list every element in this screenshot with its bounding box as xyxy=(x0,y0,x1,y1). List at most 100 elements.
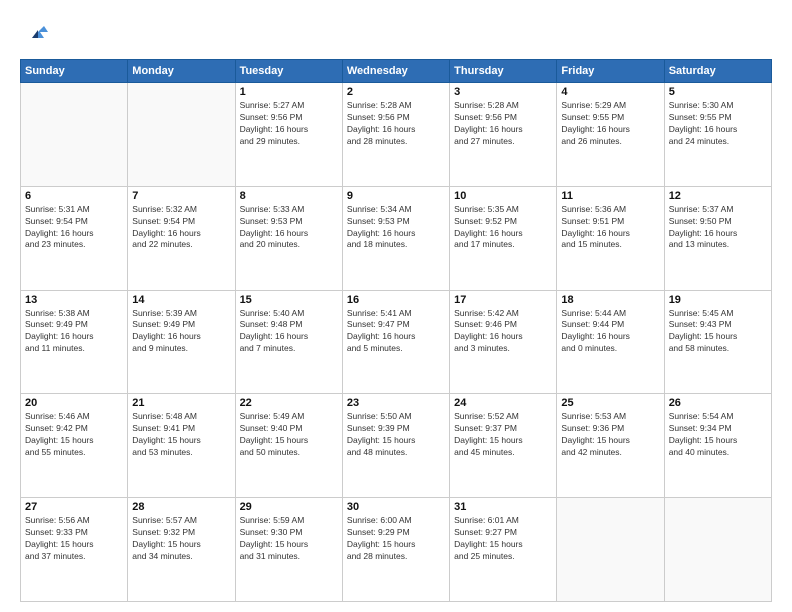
cell-day-number: 13 xyxy=(25,294,123,306)
cell-day-number: 23 xyxy=(347,397,445,409)
calendar-cell: 8 Sunrise: 5:33 AM Sunset: 9:53 PM Daylig… xyxy=(235,186,342,290)
weekday-header-monday: Monday xyxy=(128,60,235,83)
cell-info-text: Sunrise: 5:30 AM Sunset: 9:55 PM Dayligh… xyxy=(669,100,767,148)
cell-info-text: Sunrise: 5:35 AM Sunset: 9:52 PM Dayligh… xyxy=(454,204,552,252)
page: SundayMondayTuesdayWednesdayThursdayFrid… xyxy=(0,0,792,612)
cell-info-text: Sunrise: 6:00 AM Sunset: 9:29 PM Dayligh… xyxy=(347,515,445,563)
cell-day-number: 25 xyxy=(561,397,659,409)
calendar-cell: 28 Sunrise: 5:57 AM Sunset: 9:32 PM Dayli… xyxy=(128,498,235,602)
cell-day-number: 14 xyxy=(132,294,230,306)
cell-info-text: Sunrise: 5:40 AM Sunset: 9:48 PM Dayligh… xyxy=(240,308,338,356)
logo xyxy=(20,18,52,51)
calendar-cell: 10 Sunrise: 5:35 AM Sunset: 9:52 PM Dayli… xyxy=(450,186,557,290)
cell-info-text: Sunrise: 5:37 AM Sunset: 9:50 PM Dayligh… xyxy=(669,204,767,252)
cell-info-text: Sunrise: 5:38 AM Sunset: 9:49 PM Dayligh… xyxy=(25,308,123,356)
calendar-cell: 24 Sunrise: 5:52 AM Sunset: 9:37 PM Dayli… xyxy=(450,394,557,498)
cell-info-text: Sunrise: 5:34 AM Sunset: 9:53 PM Dayligh… xyxy=(347,204,445,252)
calendar-cell: 31Sunrise: 6:01 AM Sunset: 9:27 PM Dayli… xyxy=(450,498,557,602)
cell-info-text: Sunrise: 5:54 AM Sunset: 9:34 PM Dayligh… xyxy=(669,411,767,459)
cell-day-number: 9 xyxy=(347,190,445,202)
cell-day-number: 11 xyxy=(561,190,659,202)
cell-day-number: 8 xyxy=(240,190,338,202)
weekday-header-saturday: Saturday xyxy=(664,60,771,83)
calendar-cell: 22 Sunrise: 5:49 AM Sunset: 9:40 PM Dayli… xyxy=(235,394,342,498)
cell-info-text: Sunrise: 5:29 AM Sunset: 9:55 PM Dayligh… xyxy=(561,100,659,148)
calendar-cell: 1 Sunrise: 5:27 AM Sunset: 9:56 PM Daylig… xyxy=(235,83,342,187)
calendar-cell: 15 Sunrise: 5:40 AM Sunset: 9:48 PM Dayli… xyxy=(235,290,342,394)
cell-day-number: 22 xyxy=(240,397,338,409)
calendar-cell: 6 Sunrise: 5:31 AM Sunset: 9:54 PM Daylig… xyxy=(21,186,128,290)
week-row-1: 1 Sunrise: 5:27 AM Sunset: 9:56 PM Daylig… xyxy=(21,83,772,187)
cell-info-text: Sunrise: 6:01 AM Sunset: 9:27 PM Dayligh… xyxy=(454,515,552,563)
weekday-header-sunday: Sunday xyxy=(21,60,128,83)
calendar-cell: 30Sunrise: 6:00 AM Sunset: 9:29 PM Dayli… xyxy=(342,498,449,602)
cell-info-text: Sunrise: 5:53 AM Sunset: 9:36 PM Dayligh… xyxy=(561,411,659,459)
calendar-cell: 17 Sunrise: 5:42 AM Sunset: 9:46 PM Dayli… xyxy=(450,290,557,394)
cell-day-number: 10 xyxy=(454,190,552,202)
calendar-cell: 9 Sunrise: 5:34 AM Sunset: 9:53 PM Daylig… xyxy=(342,186,449,290)
cell-day-number: 7 xyxy=(132,190,230,202)
cell-info-text: Sunrise: 5:32 AM Sunset: 9:54 PM Dayligh… xyxy=(132,204,230,252)
calendar-cell: 7 Sunrise: 5:32 AM Sunset: 9:54 PM Daylig… xyxy=(128,186,235,290)
cell-day-number: 27 xyxy=(25,501,123,513)
calendar-cell: 3 Sunrise: 5:28 AM Sunset: 9:56 PM Daylig… xyxy=(450,83,557,187)
week-row-5: 27 Sunrise: 5:56 AM Sunset: 9:33 PM Dayli… xyxy=(21,498,772,602)
cell-info-text: Sunrise: 5:33 AM Sunset: 9:53 PM Dayligh… xyxy=(240,204,338,252)
cell-day-number: 15 xyxy=(240,294,338,306)
logo-icon xyxy=(24,18,52,51)
cell-info-text: Sunrise: 5:28 AM Sunset: 9:56 PM Dayligh… xyxy=(347,100,445,148)
cell-info-text: Sunrise: 5:31 AM Sunset: 9:54 PM Dayligh… xyxy=(25,204,123,252)
calendar-cell: 26 Sunrise: 5:54 AM Sunset: 9:34 PM Dayli… xyxy=(664,394,771,498)
cell-info-text: Sunrise: 5:52 AM Sunset: 9:37 PM Dayligh… xyxy=(454,411,552,459)
weekday-header-friday: Friday xyxy=(557,60,664,83)
weekday-header-tuesday: Tuesday xyxy=(235,60,342,83)
cell-info-text: Sunrise: 5:57 AM Sunset: 9:32 PM Dayligh… xyxy=(132,515,230,563)
cell-info-text: Sunrise: 5:50 AM Sunset: 9:39 PM Dayligh… xyxy=(347,411,445,459)
cell-day-number: 3 xyxy=(454,86,552,98)
cell-day-number: 16 xyxy=(347,294,445,306)
cell-info-text: Sunrise: 5:27 AM Sunset: 9:56 PM Dayligh… xyxy=(240,100,338,148)
cell-day-number: 5 xyxy=(669,86,767,98)
cell-info-text: Sunrise: 5:36 AM Sunset: 9:51 PM Dayligh… xyxy=(561,204,659,252)
cell-day-number: 18 xyxy=(561,294,659,306)
cell-day-number: 4 xyxy=(561,86,659,98)
weekday-header-wednesday: Wednesday xyxy=(342,60,449,83)
calendar-cell: 13 Sunrise: 5:38 AM Sunset: 9:49 PM Dayli… xyxy=(21,290,128,394)
calendar-cell: 19Sunrise: 5:45 AM Sunset: 9:43 PM Dayli… xyxy=(664,290,771,394)
calendar-cell xyxy=(557,498,664,602)
cell-day-number: 26 xyxy=(669,397,767,409)
cell-info-text: Sunrise: 5:39 AM Sunset: 9:49 PM Dayligh… xyxy=(132,308,230,356)
cell-day-number: 29 xyxy=(240,501,338,513)
calendar-cell: 11 Sunrise: 5:36 AM Sunset: 9:51 PM Dayli… xyxy=(557,186,664,290)
calendar-cell: 25 Sunrise: 5:53 AM Sunset: 9:36 PM Dayli… xyxy=(557,394,664,498)
cell-info-text: Sunrise: 5:42 AM Sunset: 9:46 PM Dayligh… xyxy=(454,308,552,356)
week-row-4: 20Sunrise: 5:46 AM Sunset: 9:42 PM Dayli… xyxy=(21,394,772,498)
cell-day-number: 28 xyxy=(132,501,230,513)
week-row-2: 6 Sunrise: 5:31 AM Sunset: 9:54 PM Daylig… xyxy=(21,186,772,290)
cell-info-text: Sunrise: 5:49 AM Sunset: 9:40 PM Dayligh… xyxy=(240,411,338,459)
cell-day-number: 2 xyxy=(347,86,445,98)
cell-info-text: Sunrise: 5:56 AM Sunset: 9:33 PM Dayligh… xyxy=(25,515,123,563)
calendar-cell: 5 Sunrise: 5:30 AM Sunset: 9:55 PM Daylig… xyxy=(664,83,771,187)
calendar-table: SundayMondayTuesdayWednesdayThursdayFrid… xyxy=(20,59,772,602)
weekday-header-thursday: Thursday xyxy=(450,60,557,83)
cell-info-text: Sunrise: 5:44 AM Sunset: 9:44 PM Dayligh… xyxy=(561,308,659,356)
cell-info-text: Sunrise: 5:28 AM Sunset: 9:56 PM Dayligh… xyxy=(454,100,552,148)
cell-day-number: 6 xyxy=(25,190,123,202)
header xyxy=(20,18,772,51)
calendar-cell: 16Sunrise: 5:41 AM Sunset: 9:47 PM Dayli… xyxy=(342,290,449,394)
cell-day-number: 24 xyxy=(454,397,552,409)
week-row-3: 13 Sunrise: 5:38 AM Sunset: 9:49 PM Dayli… xyxy=(21,290,772,394)
calendar-cell xyxy=(128,83,235,187)
cell-info-text: Sunrise: 5:45 AM Sunset: 9:43 PM Dayligh… xyxy=(669,308,767,356)
calendar-cell: 14 Sunrise: 5:39 AM Sunset: 9:49 PM Dayli… xyxy=(128,290,235,394)
calendar-cell: 18 Sunrise: 5:44 AM Sunset: 9:44 PM Dayli… xyxy=(557,290,664,394)
calendar-cell: 20Sunrise: 5:46 AM Sunset: 9:42 PM Dayli… xyxy=(21,394,128,498)
cell-day-number: 17 xyxy=(454,294,552,306)
cell-info-text: Sunrise: 5:46 AM Sunset: 9:42 PM Dayligh… xyxy=(25,411,123,459)
cell-day-number: 1 xyxy=(240,86,338,98)
weekday-header-row: SundayMondayTuesdayWednesdayThursdayFrid… xyxy=(21,60,772,83)
calendar-cell: 2 Sunrise: 5:28 AM Sunset: 9:56 PM Daylig… xyxy=(342,83,449,187)
calendar-cell: 27 Sunrise: 5:56 AM Sunset: 9:33 PM Dayli… xyxy=(21,498,128,602)
calendar-cell: 4 Sunrise: 5:29 AM Sunset: 9:55 PM Daylig… xyxy=(557,83,664,187)
